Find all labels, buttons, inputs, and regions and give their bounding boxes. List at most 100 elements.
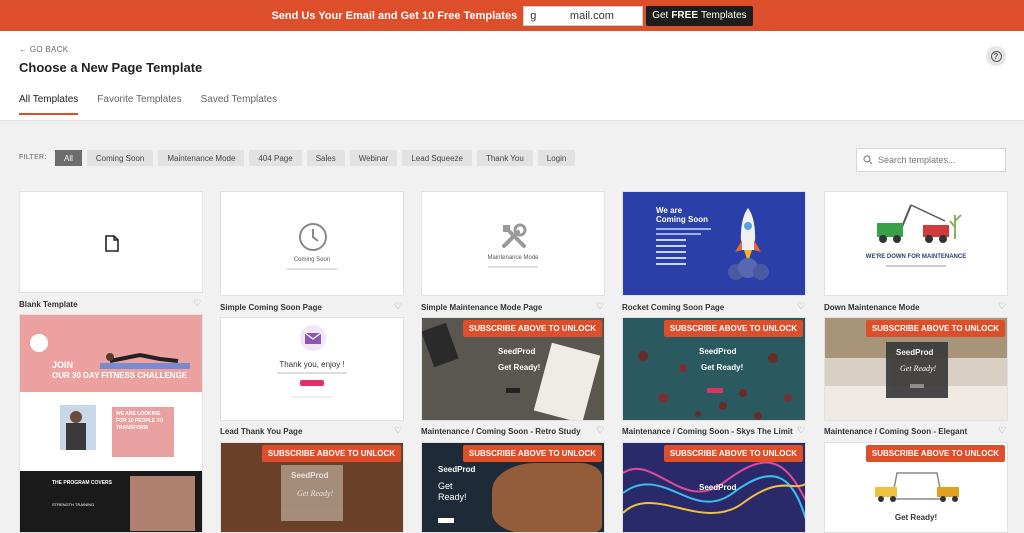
template-card-retro-study[interactable]: SUBSCRIBE ABOVE TO UNLOCK SeedProd Get R… [421,317,605,421]
help-button[interactable]: ? [986,46,1006,66]
tab-favorite-templates[interactable]: Favorite Templates [97,94,181,115]
preview-paper [533,342,601,420]
search-box[interactable] [856,148,1006,172]
filter-chip-coming-soon[interactable]: Coming Soon [86,150,154,166]
preview-text: Coming Soon [293,257,331,263]
template-card-skys-the-limit[interactable]: SUBSCRIBE ABOVE TO UNLOCK SeedProd Get R… [622,317,806,421]
envelope-icon [300,325,326,351]
filter-chips: All Coming Soon Maintenance Mode 404 Pag… [55,150,580,166]
preview-heading: Get Ready! [900,364,937,373]
favorite-heart-icon[interactable]: ♡ [193,298,201,309]
template-card-clouds[interactable]: SUBSCRIBE ABOVE TO UNLOCK SeedProd Get R… [421,442,605,533]
preview-overlay: SeedProd Get Ready! [886,342,948,398]
preview-clouds [492,463,602,532]
favorite-heart-icon[interactable]: ♡ [596,425,604,436]
preview-heading: Get Ready! [894,513,938,522]
template-card-blank[interactable] [19,191,203,293]
template-card-elegant[interactable]: SUBSCRIBE ABOVE TO UNLOCK SeedProd Get R… [824,317,1008,421]
help-icon: ? [990,50,1002,62]
preview-heading: JOIN [52,360,74,370]
promo-text: Send Us Your Email and Get 10 Free Templ… [271,9,518,22]
template-label: Simple Maintenance Mode Page [421,303,543,312]
seedprod-logo: SeedProd [498,347,536,356]
preview-line [221,372,403,374]
template-card-down-maintenance[interactable]: WE'RE DOWN FOR MAINTENANCE [824,191,1008,296]
preview-heading: Coming Soon [656,215,708,224]
template-card-waves[interactable]: SUBSCRIBE ABOVE TO UNLOCK SeedProd [622,442,806,533]
filter-chip-all[interactable]: All [55,150,82,166]
preview-line [221,396,403,398]
preview-button [910,384,924,388]
template-card-construction[interactable]: SUBSCRIBE ABOVE TO UNLOCK Get Ready! [824,442,1008,533]
subscribe-to-unlock-badge: SUBSCRIBE ABOVE TO UNLOCK [462,320,602,337]
subscribe-to-unlock-badge: SUBSCRIBE ABOVE TO UNLOCK [462,445,602,462]
preview-line [825,265,1007,267]
preview-line [422,266,604,268]
template-card-lead-thank-you[interactable]: Thank you, enjoy ! [220,317,404,421]
template-label: Maintenance / Coming Soon - Retro Study [421,427,581,436]
template-card-rocket-coming-soon[interactable]: We are Coming Soon [622,191,806,296]
preview-heading: Get Ready! [498,363,541,372]
preview-box: WE ARE LOOKING FOR 10 PEOPLE TO TRANSFOR… [112,407,174,457]
preview-heading: Get Ready! [297,489,334,498]
subscribe-to-unlock-badge: SUBSCRIBE ABOVE TO UNLOCK [261,445,401,462]
tab-saved-templates[interactable]: Saved Templates [201,94,278,115]
filter-chip-thank-you[interactable]: Thank You [476,150,533,166]
template-card-fitness-challenge[interactable]: JOIN OUR 30 DAY FITNESS CHALLENGE WE ARE… [19,314,203,533]
seedprod-logo: SeedProd [896,348,934,357]
favorite-heart-icon[interactable]: ♡ [998,425,1006,436]
preview-heading: WE'RE DOWN FOR MAINTENANCE [865,254,967,260]
filter-chip-maintenance-mode[interactable]: Maintenance Mode [158,150,245,166]
preview-heading: Thank you, enjoy ! [279,360,345,369]
filter-chip-webinar[interactable]: Webinar [349,150,398,166]
preview-text: WE ARE LOOKING FOR 10 PEOPLE TO TRANSFOR… [116,411,164,431]
promo-email-input[interactable] [523,5,644,26]
truck-illustration [877,204,962,243]
preview-overlay: SeedProd Get Ready! [281,465,343,521]
rocket-illustration [728,208,769,280]
preview-heading: Get Ready! [701,363,744,372]
filter-chip-sales[interactable]: Sales [306,150,345,166]
document-icon [105,235,119,252]
template-label: Simple Coming Soon Page [220,303,322,312]
button-text: Get [652,10,669,21]
template-label: Rocket Coming Soon Page [622,303,725,312]
preview-button [707,388,723,393]
favorite-heart-icon[interactable]: ♡ [797,301,805,312]
filter-chip-login[interactable]: Login [537,150,576,166]
preview-heading: Get Ready! [438,481,467,502]
favorite-heart-icon[interactable]: ♡ [596,301,604,312]
favorite-heart-icon[interactable]: ♡ [394,301,402,312]
button-text: Templates [700,10,747,21]
preview-text: Maintenance Mode [487,255,539,261]
subscribe-to-unlock-badge: SUBSCRIBE ABOVE TO UNLOCK [865,320,1005,337]
preview-dark-section: THE PROGRAM COVERS STRENGTH TRAINING [20,471,202,532]
search-icon [863,155,873,165]
preview-hero [20,315,202,392]
template-card-simple-coming-soon[interactable]: Coming Soon [220,191,404,296]
search-input[interactable] [878,155,998,165]
preview-lines [656,228,711,265]
template-card-simple-maintenance[interactable]: Maintenance Mode [421,191,605,296]
preview-button [506,388,520,393]
go-back-link[interactable]: ← GO BACK [19,45,68,54]
athlete-illustration [100,352,190,369]
filter-chip-404-page[interactable]: 404 Page [249,150,302,166]
template-card-wood[interactable]: SUBSCRIBE ABOVE TO UNLOCK SeedProd Get R… [220,442,404,533]
favorite-heart-icon[interactable]: ♡ [394,425,402,436]
seedprod-logo: SeedProd [699,347,737,356]
tab-all-templates[interactable]: All Templates [19,94,79,115]
preview-image [60,405,96,450]
seedprod-logo: SeedProd [291,471,329,480]
template-label: Maintenance / Coming Soon - Elegant [824,427,968,436]
favorite-heart-icon[interactable]: ♡ [797,425,805,436]
promo-bar: Send Us Your Email and Get 10 Free Templ… [0,0,1024,31]
filter-chip-lead-squeeze[interactable]: Lead Squeeze [402,150,472,166]
get-free-templates-button[interactable]: Get FREE Templates [646,5,753,26]
button-text-bold: FREE [671,10,698,21]
subscribe-to-unlock-badge: SUBSCRIBE ABOVE TO UNLOCK [865,445,1005,462]
template-label: Down Maintenance Mode [824,303,920,312]
page-header: ← GO BACK Choose a New Page Template ? A… [0,31,1024,121]
preview-notebook [422,322,459,368]
favorite-heart-icon[interactable]: ♡ [998,301,1006,312]
